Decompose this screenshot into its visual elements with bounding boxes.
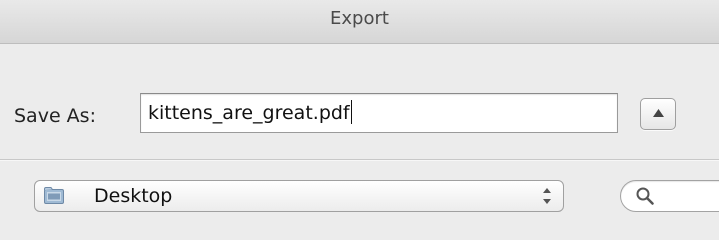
window-title: Export xyxy=(330,8,389,29)
filename-input[interactable]: kittens_are_great.pdf xyxy=(140,93,618,133)
search-icon xyxy=(636,187,654,205)
folder-icon xyxy=(44,187,64,204)
text-caret xyxy=(350,100,352,124)
location-label: Desktop xyxy=(94,185,173,207)
chevron-up-icon xyxy=(653,109,664,117)
updown-arrows-icon xyxy=(543,188,551,204)
separator xyxy=(0,159,719,161)
save-as-label: Save As: xyxy=(14,105,96,127)
search-input[interactable] xyxy=(620,180,719,212)
window-titlebar: Export xyxy=(0,0,719,44)
expand-collapse-button[interactable] xyxy=(640,98,676,130)
location-popup[interactable]: Desktop xyxy=(34,180,564,212)
filename-text: kittens_are_great.pdf xyxy=(148,102,350,124)
